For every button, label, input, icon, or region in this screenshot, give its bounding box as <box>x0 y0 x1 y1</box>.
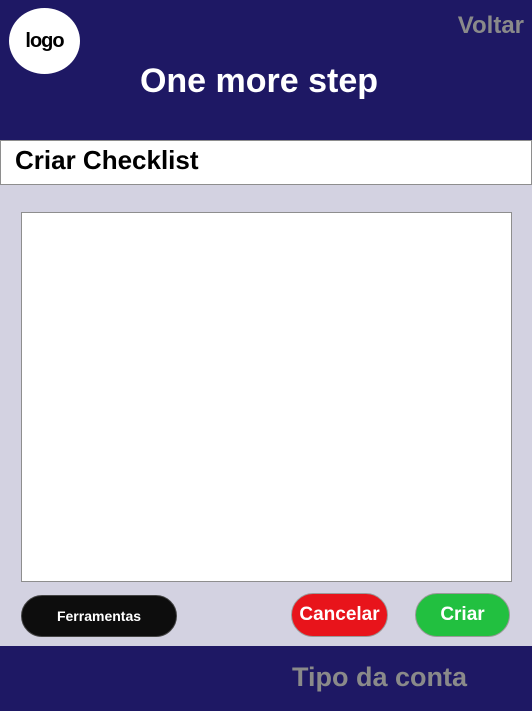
header: logo Voltar One more step <box>0 0 532 140</box>
tools-button[interactable]: Ferramentas <box>21 595 177 637</box>
section-title: Criar Checklist <box>15 145 199 175</box>
footer: Tipo da conta <box>0 646 532 711</box>
logo-text: logo <box>25 29 64 52</box>
page-title: One more step <box>139 62 379 100</box>
account-type-link[interactable]: Tipo da conta <box>292 662 467 693</box>
back-link[interactable]: Voltar <box>458 12 524 40</box>
create-button[interactable]: Criar <box>415 593 510 637</box>
tools-button-label: Ferramentas <box>56 608 142 624</box>
create-button-label: Criar <box>440 604 485 625</box>
checklist-text-area[interactable] <box>21 212 512 582</box>
cancel-button[interactable]: Cancelar <box>291 593 388 637</box>
page: logo Voltar One more step Criar Checklis… <box>0 0 532 711</box>
cancel-button-label: Cancelar <box>299 604 380 625</box>
section-header: Criar Checklist <box>0 140 532 185</box>
